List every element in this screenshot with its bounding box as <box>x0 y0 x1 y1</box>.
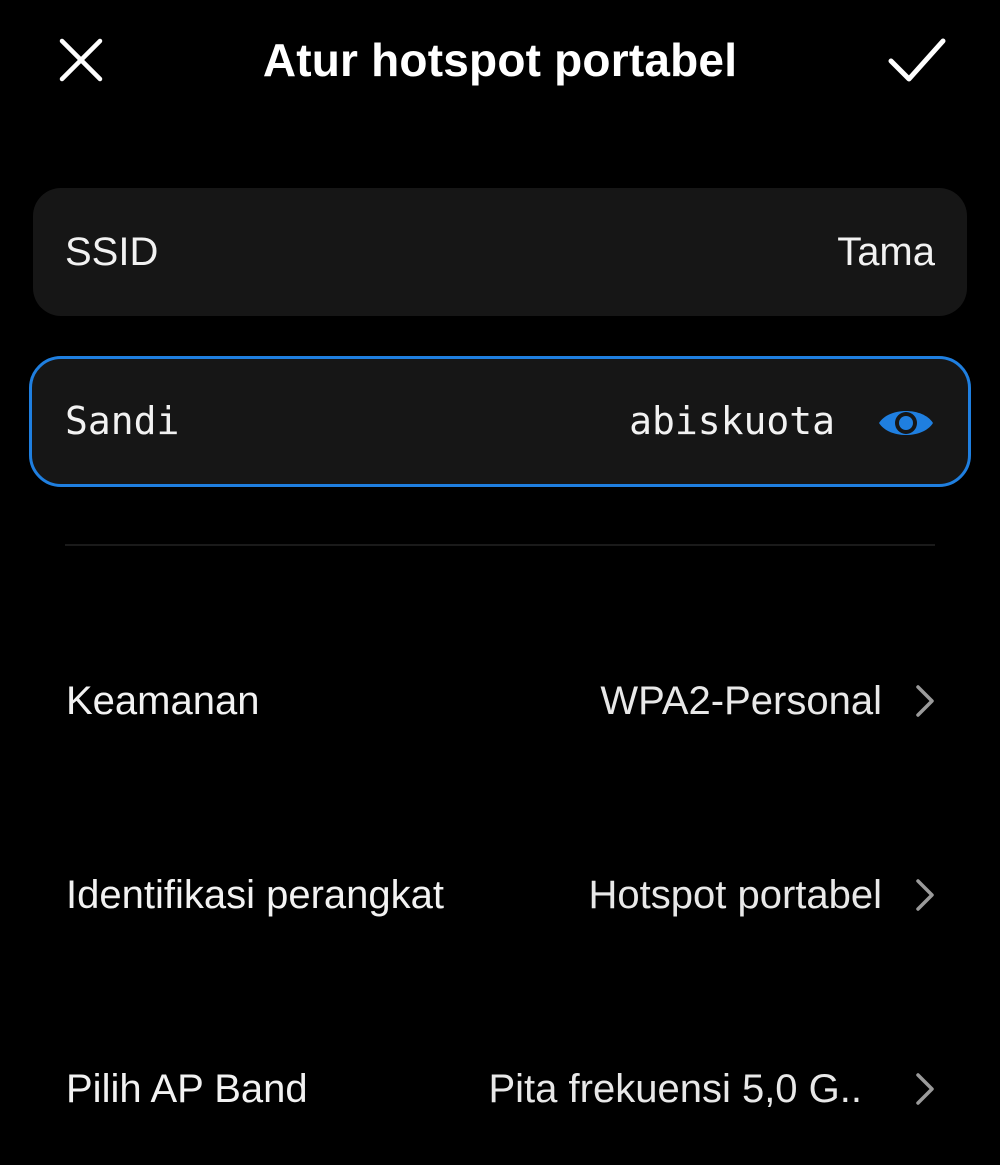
top-bar: Atur hotspot portabel <box>0 0 1000 125</box>
security-setting-row[interactable]: Keamanan WPA2-Personal <box>0 636 1000 766</box>
device-identity-value: Hotspot portabel <box>588 873 882 917</box>
confirm-button[interactable] <box>882 25 952 95</box>
device-identity-label: Identifikasi perangkat <box>66 873 445 917</box>
show-password-toggle[interactable] <box>876 393 936 453</box>
password-label: Sandi <box>65 399 180 443</box>
password-value[interactable]: abiskuota <box>629 359 835 484</box>
password-field[interactable]: Sandi abiskuota <box>29 356 971 487</box>
section-divider <box>65 544 935 546</box>
checkmark-icon <box>888 38 946 82</box>
chevron-right-icon <box>912 1071 938 1107</box>
eye-icon <box>879 411 933 435</box>
ap-band-value: Pita frekuensi 5,0 G.. <box>488 1067 862 1111</box>
chevron-right-icon <box>912 877 938 913</box>
page-title: Atur hotspot portabel <box>262 34 738 86</box>
ssid-value[interactable]: Tama <box>837 188 935 316</box>
ap-band-label: Pilih AP Band <box>66 1067 308 1111</box>
chevron-right-icon <box>912 683 938 719</box>
ap-band-setting-row[interactable]: Pilih AP Band Pita frekuensi 5,0 G.. <box>0 1024 1000 1154</box>
ssid-label: SSID <box>65 230 159 274</box>
device-identity-setting-row[interactable]: Identifikasi perangkat Hotspot portabel <box>0 830 1000 960</box>
security-value: WPA2-Personal <box>600 679 882 723</box>
security-label: Keamanan <box>66 679 260 723</box>
ssid-field[interactable]: SSID Tama <box>33 188 967 316</box>
